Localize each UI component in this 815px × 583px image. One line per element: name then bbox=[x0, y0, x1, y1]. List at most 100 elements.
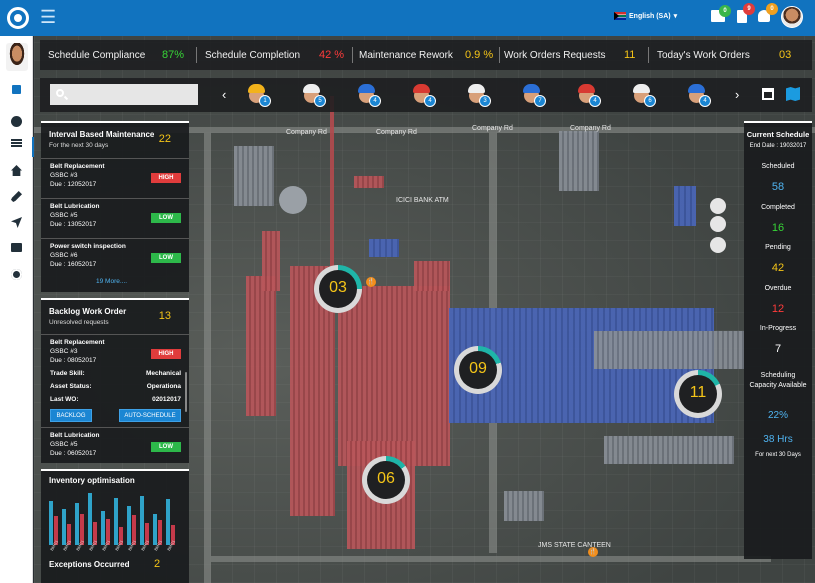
gear-icon[interactable] bbox=[11, 269, 22, 280]
bell-badge: 0 bbox=[766, 3, 778, 15]
priority-badge: HIGH bbox=[151, 349, 181, 359]
kpi-value: 11 bbox=[624, 49, 636, 61]
hamburger-menu-icon[interactable]: ☰ bbox=[40, 8, 56, 26]
priority-badge: LOW bbox=[151, 253, 181, 263]
maintenance-item[interactable]: Belt Replacement GSBC #3 Due : 12052017 … bbox=[41, 158, 189, 196]
marker-count: 11 bbox=[689, 384, 707, 401]
wrench-icon[interactable] bbox=[11, 191, 22, 202]
list-icon[interactable] bbox=[11, 139, 22, 147]
work-order-marker[interactable]: 03 bbox=[314, 265, 362, 313]
asset-status-value: Operationa bbox=[146, 383, 181, 390]
hard-hat-icon bbox=[303, 84, 320, 93]
technician-avatar[interactable]: 5 bbox=[301, 83, 326, 107]
item-due: Due : 16052017 bbox=[50, 261, 97, 268]
kpi-schedule-compliance: Schedule Compliance 87% bbox=[40, 40, 196, 70]
backlog-item[interactable]: Belt Replacement GSBC #3 Due : 08052017 … bbox=[41, 334, 189, 372]
mail-icon[interactable]: 0 bbox=[711, 5, 731, 22]
calendar-icon[interactable] bbox=[762, 88, 774, 100]
schedule-panel: Current Schedule End Date : 19032017 Sch… bbox=[744, 121, 812, 559]
kpi-label: Maintenance Rework bbox=[359, 49, 453, 61]
building bbox=[594, 331, 744, 369]
kpi-value: 0.9 % bbox=[465, 49, 494, 61]
profile-avatar[interactable] bbox=[6, 43, 28, 71]
task-count-badge: 4 bbox=[699, 95, 711, 107]
home-square-icon[interactable] bbox=[12, 85, 21, 94]
trade-skill-label: Trade Skill: bbox=[50, 370, 85, 377]
item-asset: GSBC #3 bbox=[50, 348, 78, 355]
technician-avatar[interactable]: 4 bbox=[576, 83, 601, 107]
chevron-left-icon[interactable]: ‹ bbox=[222, 87, 226, 102]
item-asset: GSBC #5 bbox=[50, 212, 78, 219]
building bbox=[354, 176, 384, 188]
conveyor bbox=[330, 96, 334, 286]
inventory-bar bbox=[153, 513, 157, 545]
capacity-percent: 22% bbox=[767, 410, 788, 421]
task-count-badge: 1 bbox=[259, 95, 271, 107]
technician-avatar[interactable]: 4 bbox=[686, 83, 711, 107]
technician-avatar[interactable]: 1 bbox=[246, 83, 271, 107]
more-link[interactable]: 19 More.... bbox=[96, 278, 127, 285]
asset-status-label: Asset Status: bbox=[50, 383, 92, 390]
item-title: Belt Lubrication bbox=[50, 432, 100, 439]
canteen-label: JMS STATE CANTEEN bbox=[538, 542, 611, 549]
item-title: Belt Lubrication bbox=[50, 203, 100, 210]
restaurant-pin-icon[interactable]: 🍴 bbox=[588, 547, 598, 557]
building bbox=[604, 436, 734, 464]
kpi-schedule-completion: Schedule Completion 42 % bbox=[197, 40, 352, 70]
kpi-todays-work-orders: Today's Work Orders 03 bbox=[649, 40, 809, 70]
maintenance-item[interactable]: Belt Lubrication GSBC #5 Due : 13052017 … bbox=[41, 198, 189, 236]
search-input[interactable] bbox=[50, 84, 198, 105]
technician-avatar[interactable]: 4 bbox=[411, 83, 436, 107]
item-asset: GSBC #5 bbox=[50, 441, 78, 448]
maintenance-item[interactable]: Power switch inspection GSBC #6 Due : 16… bbox=[41, 238, 189, 276]
task-count-badge: 4 bbox=[589, 95, 601, 107]
stat-value: 12 bbox=[771, 303, 785, 315]
work-order-marker[interactable]: 11 bbox=[674, 370, 722, 418]
work-order-marker[interactable]: 09 bbox=[454, 346, 502, 394]
home-icon[interactable] bbox=[11, 165, 22, 176]
priority-badge: LOW bbox=[151, 213, 181, 223]
image-icon[interactable] bbox=[11, 243, 22, 252]
work-order-marker[interactable]: 06 bbox=[362, 456, 410, 504]
dashboard-icon[interactable] bbox=[11, 116, 22, 127]
hard-hat-icon bbox=[248, 84, 265, 93]
inventory-card: Inventory optimisation BMG1 BMG1 BMG1 BMG1 B… bbox=[41, 469, 189, 583]
task-count-badge: 4 bbox=[424, 95, 436, 107]
document-icon[interactable]: 9 bbox=[737, 3, 755, 23]
task-count-badge: 3 bbox=[479, 95, 491, 107]
scrollbar[interactable] bbox=[185, 372, 187, 412]
technician-avatar[interactable]: 3 bbox=[466, 83, 491, 107]
kpi-value: 87% bbox=[162, 49, 185, 61]
priority-badge: HIGH bbox=[151, 173, 181, 183]
card-title: Interval Based Maintenance bbox=[49, 130, 155, 139]
restaurant-pin-icon[interactable]: 🍴 bbox=[366, 277, 376, 287]
rocket-icon[interactable] bbox=[11, 217, 22, 228]
backlog-button[interactable]: BACKLOG bbox=[50, 409, 92, 422]
technician-avatar[interactable]: 4 bbox=[356, 83, 381, 107]
tank bbox=[710, 198, 726, 214]
kpi-maintenance-rework: Maintenance Rework 0.9 % bbox=[353, 40, 499, 70]
map-view-icon[interactable] bbox=[786, 87, 800, 101]
app-logo[interactable] bbox=[7, 7, 29, 29]
hard-hat-icon bbox=[633, 84, 650, 93]
kpi-label: Schedule Completion bbox=[205, 49, 301, 61]
user-avatar[interactable] bbox=[781, 6, 803, 28]
last-wo-label: Last WO: bbox=[50, 396, 79, 403]
chevron-right-icon[interactable]: › bbox=[735, 87, 739, 102]
stat-label: Pending bbox=[765, 244, 791, 251]
technician-avatar[interactable]: 7 bbox=[521, 83, 546, 107]
item-asset: GSBC #3 bbox=[50, 172, 78, 179]
tank bbox=[710, 237, 726, 253]
auto-schedule-button[interactable]: AUTO-SCHEDULE bbox=[119, 409, 181, 422]
inventory-bar bbox=[114, 498, 118, 545]
bell-icon[interactable]: 0 bbox=[758, 3, 778, 22]
item-due: Due : 12052017 bbox=[50, 181, 97, 188]
road-label: Company Rd bbox=[472, 125, 513, 132]
exceptions-label: Exceptions Occurred bbox=[49, 560, 130, 569]
technician-avatar[interactable]: 6 bbox=[631, 83, 656, 107]
document-badge: 9 bbox=[743, 3, 755, 15]
language-label: English (SA) bbox=[629, 12, 671, 20]
backlog-item[interactable]: Belt Lubrication GSBC #5 Due : 06052017 … bbox=[41, 427, 189, 463]
language-selector[interactable]: English (SA) ▾ bbox=[614, 12, 677, 20]
inventory-bar bbox=[88, 493, 92, 545]
